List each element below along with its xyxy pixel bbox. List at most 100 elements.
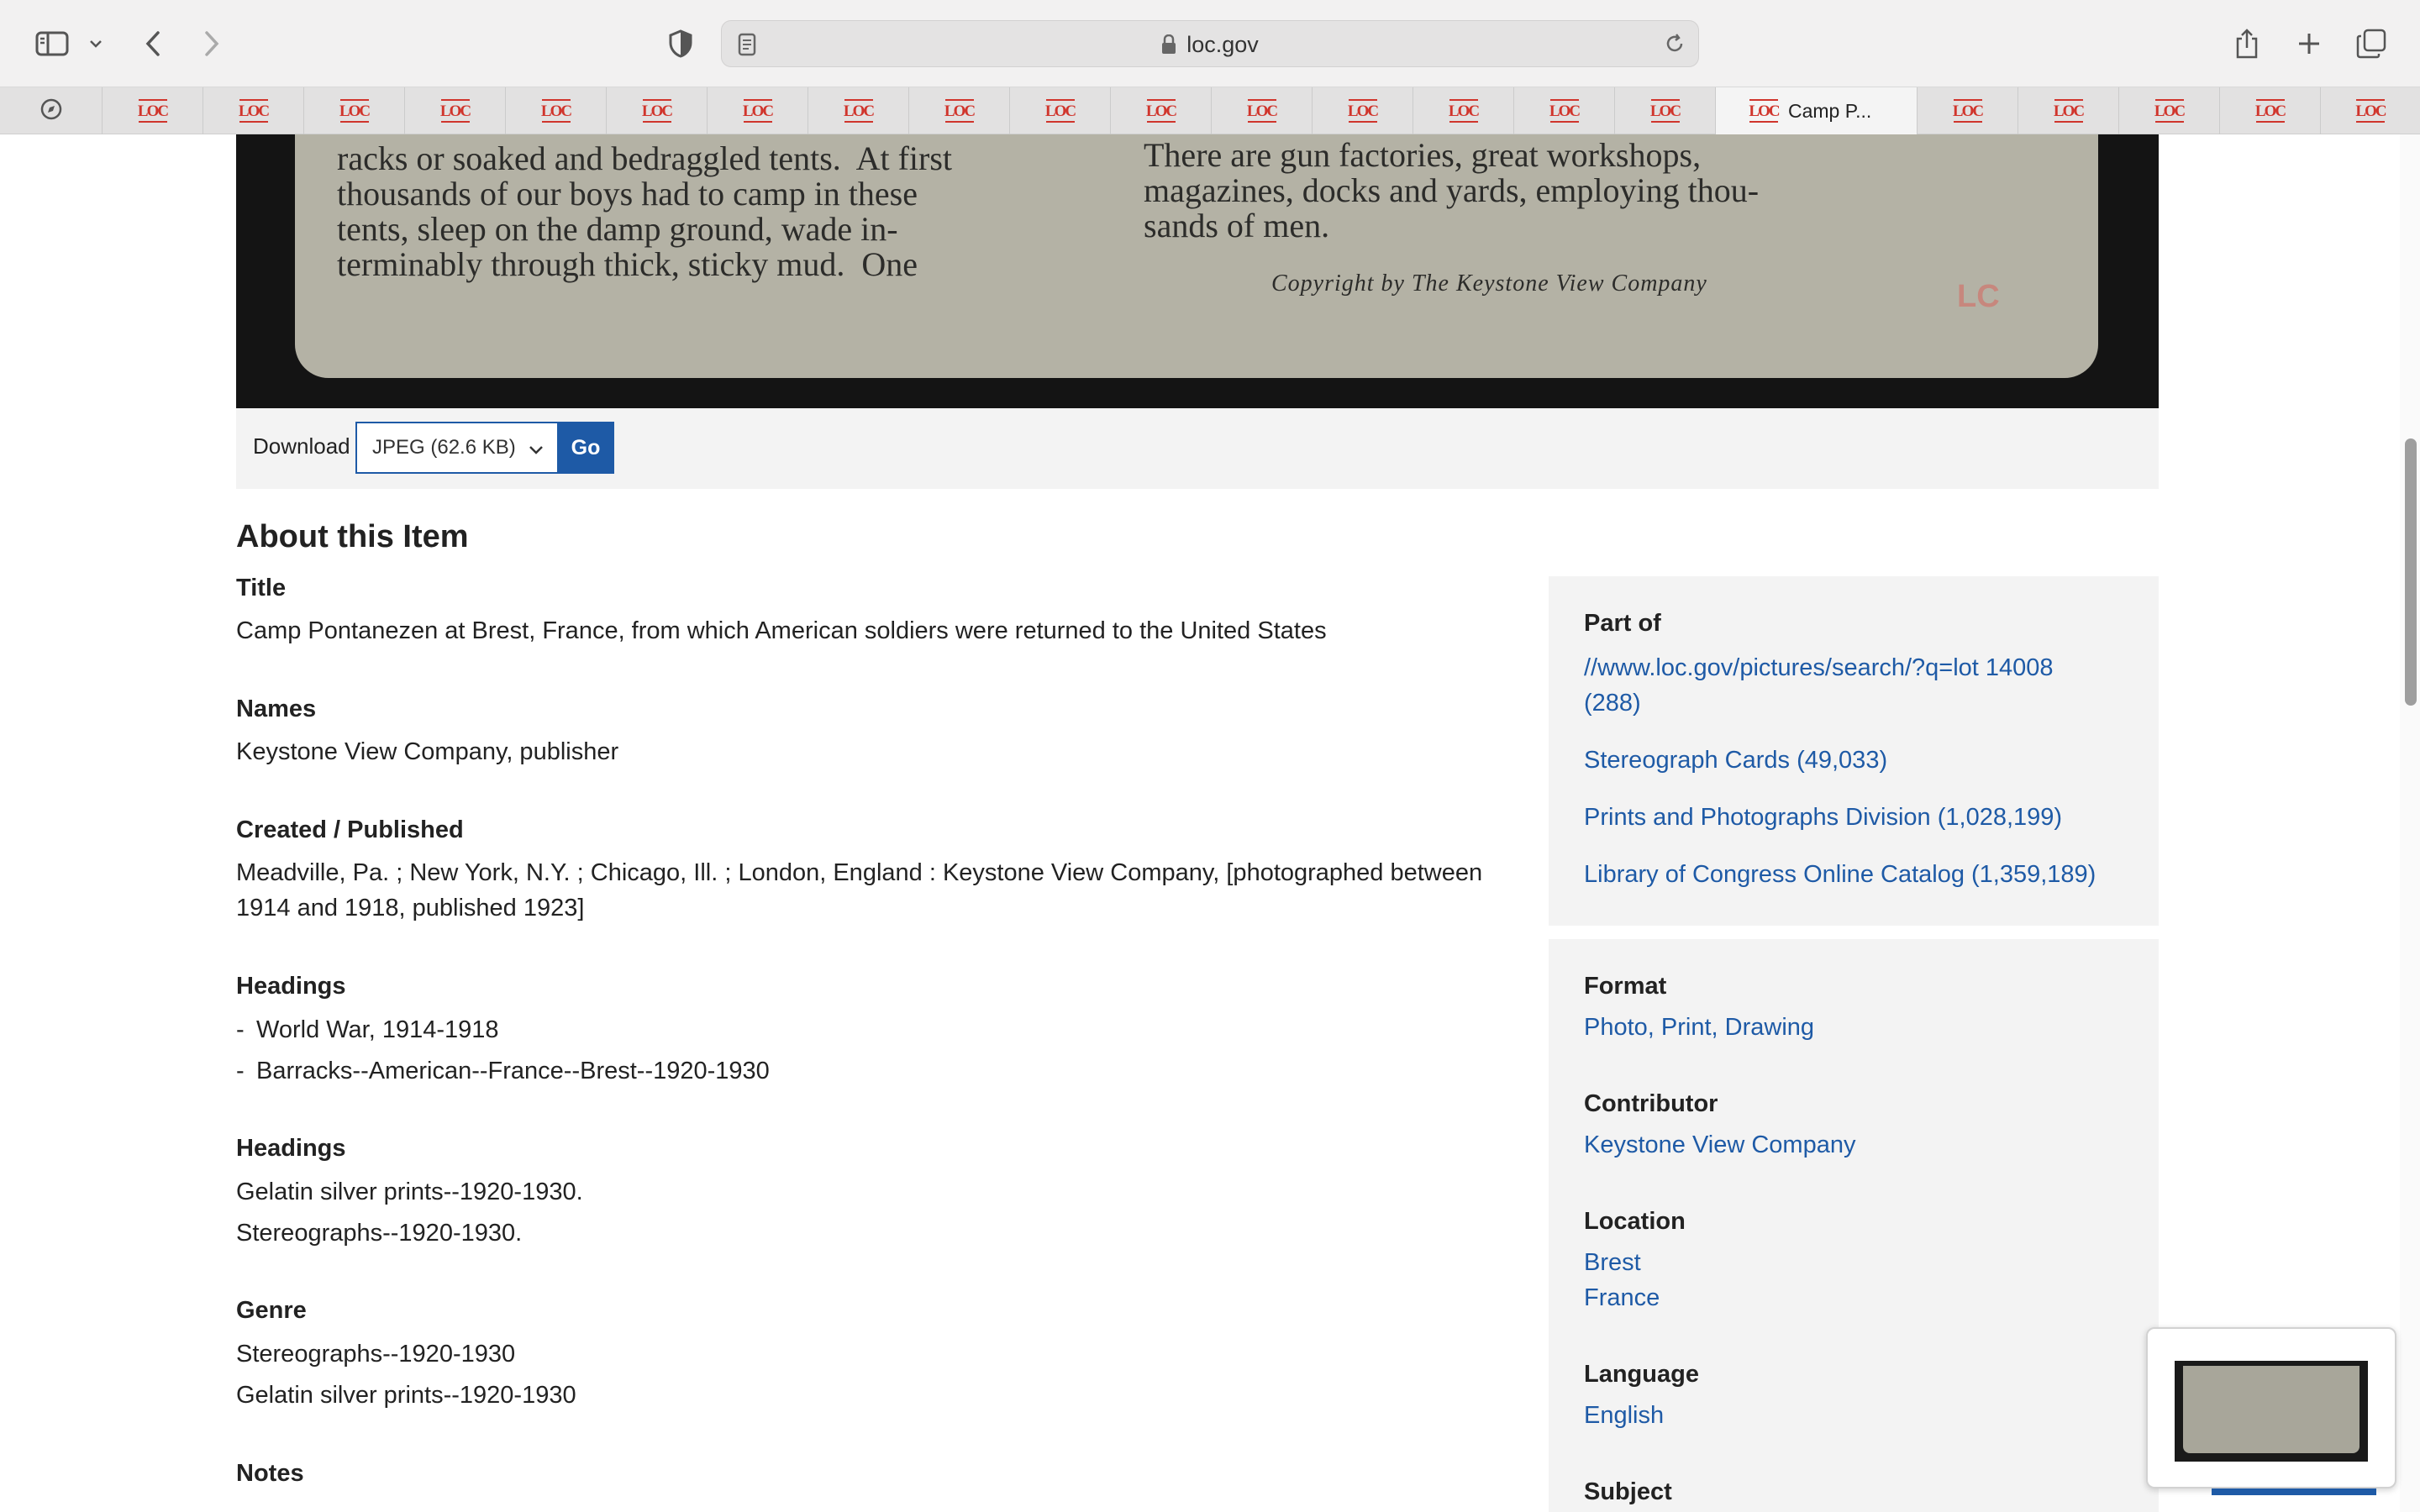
tab-loc[interactable]: LOC (808, 87, 909, 134)
about-heading: About this Item (236, 519, 469, 554)
loc-favicon-icon: LOC (2255, 99, 2286, 123)
download-go-button[interactable]: Go (557, 422, 614, 474)
part-of-link[interactable]: //www.loc.gov/pictures/search/?q=lot 140… (1584, 650, 2105, 721)
headings-label: Headings (236, 973, 346, 1000)
thumbnail-bar (2212, 1488, 2376, 1495)
loc-favicon-icon: LOC (844, 99, 875, 123)
tab-loc[interactable]: LOC (1514, 87, 1615, 134)
heading-item: Barracks--American--France--Brest--1920-… (256, 1058, 770, 1084)
loc-favicon-icon: LOC (2154, 99, 2186, 123)
format-link[interactable]: Photo, Print, Drawing (1584, 1010, 1814, 1045)
loc-favicon-icon: LOC (138, 99, 169, 123)
stereograph-card: racks or soaked and bedraggled tents. At… (295, 134, 2098, 378)
genre-item: Gelatin silver prints--1920-1930 (236, 1382, 576, 1409)
stereograph-image: racks or soaked and bedraggled tents. At… (236, 134, 2159, 408)
created-label: Created / Published (236, 816, 464, 843)
privacy-shield-icon[interactable] (664, 18, 697, 69)
genre-item: Stereographs--1920-1930 (236, 1341, 516, 1368)
tab-loc[interactable]: LOC (2321, 87, 2420, 134)
location-link[interactable]: France (1584, 1280, 1660, 1315)
tab-title: Camp P... (1788, 99, 1872, 122)
tab-start-page[interactable] (0, 87, 103, 134)
details-box: Format Photo, Print, Drawing Contributor… (1549, 939, 2159, 1512)
loc-favicon-icon: LOC (642, 99, 673, 123)
page-thumbnail-preview[interactable] (2146, 1327, 2396, 1488)
reload-icon[interactable] (1663, 32, 1686, 60)
tab-loc[interactable]: LOC (1615, 87, 1716, 134)
card-copyright: Copyright by The Keystone View Company (1271, 270, 1707, 297)
loc-favicon-icon: LOC (1953, 99, 1984, 123)
language-link[interactable]: English (1584, 1398, 1664, 1433)
chevron-down-icon (527, 440, 545, 465)
tab-loc[interactable]: LOC (1010, 87, 1111, 134)
tab-overview-icon[interactable] (2353, 18, 2390, 69)
loc-favicon-icon: LOC (1146, 99, 1177, 123)
new-tab-plus-icon[interactable] (2291, 18, 2328, 69)
list-item: - Barracks--American--France--Brest--1920… (236, 1058, 770, 1085)
part-of-link[interactable]: Prints and Photographs Division (1,028,1… (1584, 800, 2062, 835)
download-format-select[interactable]: JPEG (62.6 KB) (355, 422, 557, 474)
tab-loc[interactable]: LOC (1918, 87, 2018, 134)
contributor-link[interactable]: Keystone View Company (1584, 1127, 1855, 1163)
loc-favicon-icon: LOC (1247, 99, 1278, 123)
tab-active[interactable]: LOC Camp P... (1716, 87, 1918, 134)
part-of-link[interactable]: Stereograph Cards (49,033) (1584, 743, 1887, 778)
tab-loc[interactable]: LOC (405, 87, 506, 134)
tab-loc[interactable]: LOC (708, 87, 808, 134)
tab-loc[interactable]: LOC (506, 87, 607, 134)
tab-loc[interactable]: LOC (304, 87, 405, 134)
loc-favicon-icon: LOC (339, 99, 371, 123)
tab-loc[interactable]: LOC (203, 87, 304, 134)
page-scrollbar[interactable] (2400, 134, 2420, 1512)
tab-loc[interactable]: LOC (1212, 87, 1313, 134)
title-label: Title (236, 575, 287, 601)
address-bar[interactable]: loc.gov (721, 20, 1699, 67)
heading-item: Stereographs--1920-1930. (236, 1220, 523, 1247)
loc-favicon-icon: LOC (1650, 99, 1681, 123)
loc-favicon-icon: LOC (1749, 99, 1781, 123)
thumbnail-card (2183, 1366, 2360, 1453)
tab-loc[interactable]: LOC (607, 87, 708, 134)
location-link[interactable]: Brest (1584, 1245, 1641, 1280)
thumbnail-image (2175, 1361, 2368, 1462)
tab-loc[interactable]: LOC (2018, 87, 2119, 134)
tab-loc[interactable]: LOC (103, 87, 203, 134)
part-of-label: Part of (1584, 610, 1661, 637)
scrollbar-thumb[interactable] (2405, 438, 2417, 706)
part-of-box: Part of //www.loc.gov/pictures/search/?q… (1549, 576, 2159, 926)
notes-label: Notes (236, 1460, 304, 1487)
address-text: loc.gov (1186, 31, 1259, 57)
loc-favicon-icon: LOC (2054, 99, 2085, 123)
format-label: Format (1584, 973, 1667, 1000)
back-arrow-icon[interactable] (136, 18, 170, 69)
loc-favicon-icon: LOC (1348, 99, 1379, 123)
loc-favicon-icon: LOC (1549, 99, 1581, 123)
heading-item: World War, 1914-1918 (256, 1016, 499, 1043)
loc-favicon-icon: LOC (541, 99, 572, 123)
tab-loc[interactable]: LOC (2220, 87, 2321, 134)
loc-favicon-icon: LOC (440, 99, 471, 123)
loc-favicon-icon: LOC (944, 99, 976, 123)
loc-favicon-icon: LOC (1045, 99, 1076, 123)
chevron-down-icon[interactable] (86, 18, 106, 69)
list-item: - World War, 1914-1918 (236, 1016, 499, 1044)
share-icon[interactable] (2228, 18, 2265, 69)
forward-arrow-icon[interactable] (195, 18, 229, 69)
contributor-label: Contributor (1584, 1090, 1718, 1117)
sidebar-toggle-icon[interactable] (32, 18, 72, 69)
tab-loc[interactable]: LOC (1111, 87, 1212, 134)
tab-strip: LOC LOC LOC LOC LOC LOC LOC LOC LOC LOC … (0, 87, 2420, 134)
dash: - (236, 1058, 245, 1084)
names-value: Keystone View Company, publisher (236, 738, 619, 765)
tab-loc[interactable]: LOC (1313, 87, 1413, 134)
card-left-text: racks or soaked and bedraggled tents. At… (337, 139, 953, 283)
loc-favicon-icon: LOC (1449, 99, 1480, 123)
tab-loc[interactable]: LOC (909, 87, 1010, 134)
names-label: Names (236, 696, 317, 722)
part-of-link[interactable]: Library of Congress Online Catalog (1,35… (1584, 857, 2096, 892)
tab-loc[interactable]: LOC (2119, 87, 2220, 134)
compass-icon (39, 97, 63, 125)
genre-label: Genre (236, 1297, 307, 1324)
tab-loc[interactable]: LOC (1413, 87, 1514, 134)
download-format-value: JPEG (62.6 KB) (372, 436, 516, 459)
